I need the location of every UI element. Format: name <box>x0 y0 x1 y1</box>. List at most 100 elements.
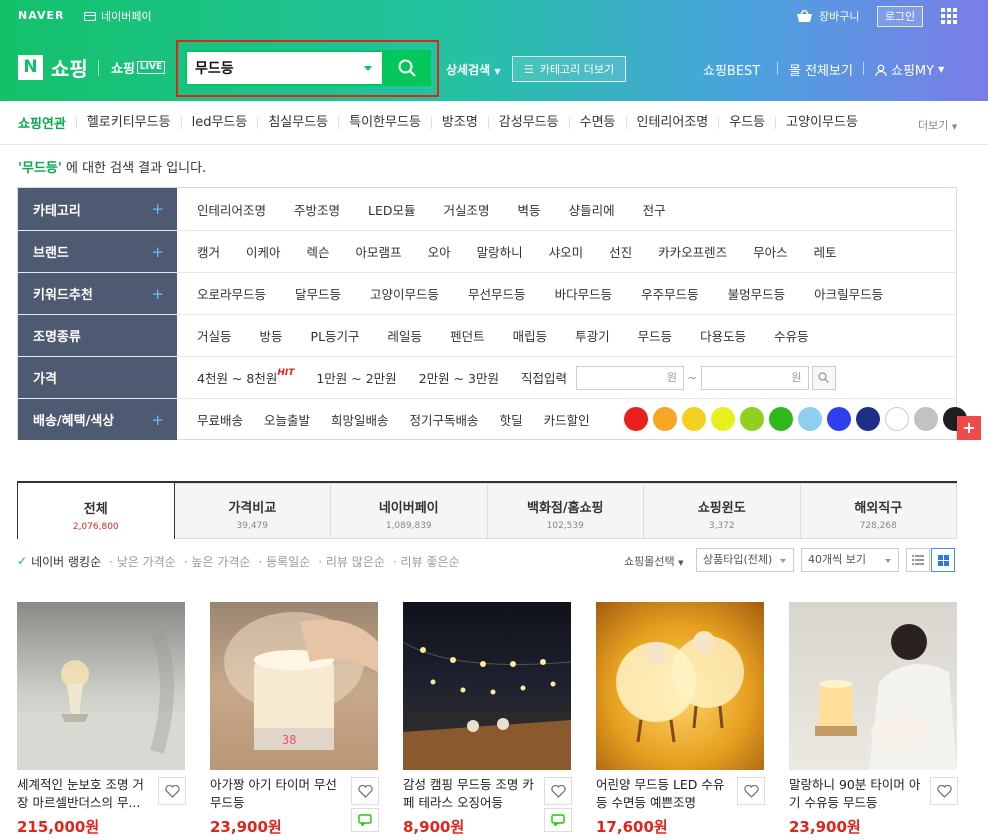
n-logo-icon[interactable]: N <box>18 55 43 80</box>
search-input[interactable] <box>195 52 355 84</box>
product-image[interactable] <box>596 602 764 770</box>
related-more-button[interactable]: 더보기 ▼ <box>918 117 957 133</box>
login-button[interactable]: 로그인 <box>877 6 923 27</box>
heart-icon[interactable] <box>930 777 958 805</box>
filter-option[interactable]: 말랑하니 <box>477 242 523 261</box>
filter-option[interactable]: 불멍무드등 <box>728 284 786 303</box>
related-keyword[interactable]: 특이한무드등 <box>338 116 431 129</box>
filter-option[interactable]: 투광기 <box>575 326 610 345</box>
tab-department-store[interactable]: 백화점/홈쇼핑 102,539 <box>487 483 644 539</box>
grid-view-icon[interactable] <box>931 548 955 572</box>
filter-head[interactable]: 키워드추천 + <box>18 273 177 314</box>
filter-option[interactable]: 희망일배송 <box>331 410 389 429</box>
shopping-logo[interactable]: 쇼핑 <box>51 53 88 82</box>
filter-head[interactable]: 카테고리 + <box>18 188 177 230</box>
cart-link[interactable]: 장바구니 <box>796 8 859 24</box>
product-card[interactable]: 38 아가짱 아기 타이머 무선 무드등 23,900원 <box>210 602 379 836</box>
filter-option[interactable]: 무드등 <box>638 326 673 345</box>
filter-option[interactable]: 아모램프 <box>356 242 402 261</box>
filter-option[interactable]: 다용도등 <box>700 326 746 345</box>
color-swatch[interactable] <box>798 407 822 431</box>
tab-price-compare[interactable]: 가격비교 39,479 <box>174 483 331 539</box>
sort-option[interactable]: · 리뷰 좋은순 <box>393 553 460 570</box>
related-keyword[interactable]: led무드등 <box>180 116 258 129</box>
plus-icon[interactable]: + <box>151 200 164 218</box>
heart-icon[interactable] <box>737 777 765 805</box>
tab-naverpay[interactable]: 네이버페이 1,089,839 <box>331 483 488 539</box>
price-range-option[interactable]: 2만원 ~ 3만원 <box>419 368 499 387</box>
filter-option[interactable]: 인테리어조명 <box>197 200 266 219</box>
mall-select[interactable]: 쇼핑몰선택 ▼ <box>624 553 684 569</box>
color-swatch[interactable] <box>653 407 677 431</box>
filter-option[interactable]: 펜던트 <box>450 326 485 345</box>
filter-option[interactable]: 샤오미 <box>549 242 584 261</box>
color-swatch[interactable] <box>624 407 648 431</box>
product-card[interactable]: 세계적인 눈보호 조명 거장 마르셀반더스의 무... 215,000원 <box>17 602 186 836</box>
filter-option[interactable]: 오로라무드등 <box>197 284 266 303</box>
filter-option[interactable]: 정기구독배송 <box>410 410 479 429</box>
filter-option[interactable]: 무료배송 <box>197 410 243 429</box>
related-keyword[interactable]: 우드등 <box>718 116 775 129</box>
filter-option[interactable]: 전구 <box>643 200 666 219</box>
filter-option[interactable]: 벽등 <box>518 200 541 219</box>
color-swatch[interactable] <box>856 407 880 431</box>
filter-option[interactable]: 주방조명 <box>294 200 340 219</box>
product-title[interactable]: 아가짱 아기 타이머 무선 무드등 <box>210 776 348 812</box>
filter-option[interactable]: 거실등 <box>197 326 232 345</box>
related-keyword[interactable]: 감성무드등 <box>487 116 569 129</box>
filter-option[interactable]: 거실조명 <box>444 200 490 219</box>
talk-icon[interactable] <box>351 808 379 832</box>
related-keyword[interactable]: 고양이무드등 <box>775 116 868 129</box>
price-range-option[interactable]: 1만원 ~ 2만원 <box>316 368 396 387</box>
product-card[interactable]: 어린양 무드등 LED 수유등 수면등 예쁜조명 17,600원 <box>596 602 765 836</box>
filter-option[interactable]: 렉슨 <box>307 242 330 261</box>
filter-option[interactable]: 방등 <box>260 326 283 345</box>
tab-overseas[interactable]: 해외직구 728,268 <box>800 483 957 539</box>
expand-plus-button[interactable]: + <box>957 416 981 440</box>
product-card[interactable]: 감성 캠핑 무드등 조명 카페 테라스 오징어등 8,900원 <box>403 602 572 836</box>
filter-option[interactable]: 카카오프렌즈 <box>658 242 727 261</box>
filter-head[interactable]: 브랜드 + <box>18 231 177 272</box>
shopping-best-link[interactable]: 쇼핑BEST <box>703 60 760 79</box>
filter-option[interactable]: PL등기구 <box>311 326 360 345</box>
product-image[interactable] <box>789 602 957 770</box>
category-more-button[interactable]: ☰ 카테고리 더보기 <box>512 56 626 82</box>
filter-option[interactable]: 무아스 <box>753 242 788 261</box>
filter-option[interactable]: 카드할인 <box>544 410 590 429</box>
apps-grid-icon[interactable] <box>941 8 957 24</box>
filter-option[interactable]: 레일등 <box>388 326 423 345</box>
heart-icon[interactable] <box>544 777 572 805</box>
sort-option[interactable]: · 리뷰 많은순 <box>318 553 385 570</box>
filter-option[interactable]: 캥거 <box>197 242 220 261</box>
product-image[interactable] <box>403 602 571 770</box>
related-keyword[interactable]: 침실무드등 <box>257 116 338 129</box>
price-range-option[interactable]: 4천원 ~ 8천원HIT <box>197 368 294 387</box>
filter-option[interactable]: 오아 <box>428 242 451 261</box>
related-keyword[interactable]: 헬로키티무드등 <box>75 116 181 129</box>
filter-option[interactable]: 핫딜 <box>500 410 523 429</box>
filter-option[interactable]: 매립등 <box>513 326 548 345</box>
filter-option[interactable]: 샹들리에 <box>569 200 615 219</box>
filter-option[interactable]: LED모듈 <box>368 200 416 219</box>
filter-option[interactable]: 우주무드등 <box>641 284 699 303</box>
list-view-icon[interactable] <box>906 548 930 572</box>
naver-logo[interactable]: NAVER <box>18 9 64 22</box>
related-keyword[interactable]: 수면등 <box>568 116 626 129</box>
filter-option[interactable]: 달무드등 <box>295 284 341 303</box>
min-price-input[interactable]: 원 <box>576 365 685 390</box>
related-keyword[interactable]: 방조명 <box>430 116 488 129</box>
autocomplete-toggle-icon[interactable] <box>364 66 372 71</box>
tab-shopping-window[interactable]: 쇼핑윈도 3,372 <box>644 483 801 539</box>
product-title[interactable]: 말랑하니 90분 타이머 아기 수유등 무드등 <box>789 776 927 812</box>
product-card[interactable]: 말랑하니 90분 타이머 아기 수유등 무드등 23,900원 <box>789 602 958 836</box>
heart-icon[interactable] <box>158 777 186 805</box>
shopping-live-link[interactable]: 쇼핑 LIVE <box>111 58 166 77</box>
plus-icon[interactable]: + <box>151 243 164 261</box>
color-swatch[interactable] <box>769 407 793 431</box>
filter-option[interactable]: 무선무드등 <box>468 284 526 303</box>
color-swatch[interactable] <box>682 407 706 431</box>
product-type-select[interactable]: 상품타입(전체) <box>696 548 794 572</box>
heart-icon[interactable] <box>351 777 379 805</box>
filter-head[interactable]: 가격 <box>18 357 177 398</box>
color-swatch[interactable] <box>914 407 938 431</box>
